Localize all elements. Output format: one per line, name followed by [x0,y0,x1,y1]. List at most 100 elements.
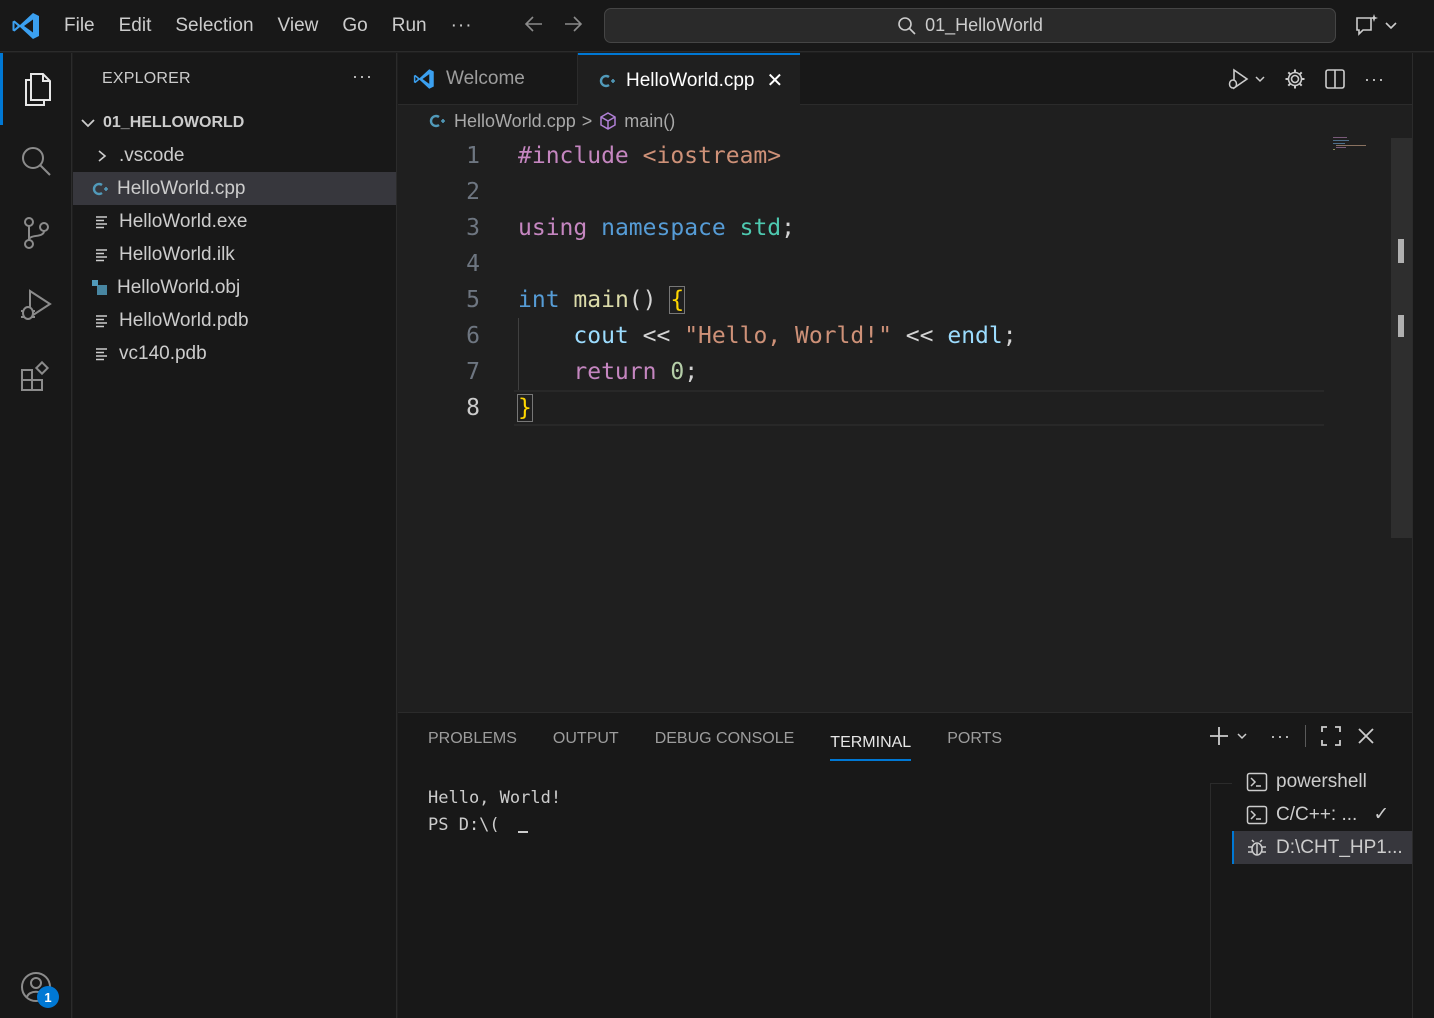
activity-bar: 1 [0,53,72,1018]
activity-run-debug[interactable] [0,269,72,341]
right-edge-strip [1412,53,1434,1018]
tree-item-label: HelloWorld.exe [119,210,248,232]
extensions-icon [21,360,50,391]
activity-extensions[interactable] [0,341,72,413]
divider [1304,725,1306,747]
breadcrumb-separator: > [581,110,593,131]
terminal-label: powershell [1276,770,1367,792]
menu-go[interactable]: Go [330,0,379,52]
tree-item-label: vc140.pdb [119,342,207,364]
maximize-icon[interactable] [1320,725,1342,747]
back-arrow-icon[interactable] [522,12,546,36]
title-bar: File Edit Selection View Go Run ··· 01_H… [0,0,1434,52]
forward-arrow-icon[interactable] [561,12,585,36]
close-tab-button[interactable]: ✕ [766,68,783,93]
text-file-icon [93,246,111,264]
terminal-list-gutter [1210,783,1232,1018]
cpp-file-icon [599,74,615,87]
tab-label: Welcome [446,68,525,89]
tab-output[interactable]: OUTPUT [553,713,619,765]
chevron-down-icon [81,119,95,128]
activity-search[interactable] [0,125,72,197]
code-token: ; [1002,323,1017,349]
tree-item-label: HelloWorld.cpp [117,177,246,199]
code-token: #include [518,143,629,169]
gear-icon[interactable] [1284,68,1306,90]
text-file-icon [93,345,111,363]
panel-more-button[interactable]: ··· [1270,726,1291,747]
code-line: 4 [398,246,1398,282]
close-icon[interactable] [1356,726,1376,746]
tree-item-helloworld-ilk[interactable]: HelloWorld.ilk [73,238,396,271]
terminal-output[interactable]: Hello, World! PS D:\( [428,785,561,839]
folder-header[interactable]: 01_HELLOWORLD [73,108,396,138]
tree-item-label: .vscode [119,144,185,166]
code-line: 7 return 0; [398,354,1398,390]
tab-debug-console[interactable]: DEBUG CONSOLE [655,713,795,765]
activity-accounts[interactable]: 1 [0,951,72,1018]
explorer-more-button[interactable]: ··· [352,66,373,87]
tree-item-helloworld-cpp[interactable]: HelloWorld.cpp [73,172,396,205]
terminal-line: PS D:\( [428,815,500,835]
tree-item-helloworld-pdb[interactable]: HelloWorld.pdb [73,304,396,337]
tab-ports[interactable]: PORTS [947,713,1002,765]
symbol-method-icon [600,112,616,130]
line-number: 4 [466,251,480,277]
breadcrumb-symbol[interactable]: main() [624,111,675,132]
terminal-instance-debug[interactable]: D:\CHT_HP1... [1232,831,1412,864]
activity-source-control[interactable] [0,197,72,269]
menu-view[interactable]: View [266,0,331,52]
code-token: main [573,287,629,313]
run-debug-button[interactable] [1226,67,1266,91]
editor-more-button[interactable]: ··· [1364,69,1385,90]
menu-edit[interactable]: Edit [107,0,164,52]
terminal-prompt-line: PS D:\( [428,812,561,839]
chevron-down-icon [1385,22,1397,30]
terminal-cursor [517,817,528,833]
vscode-logo-icon[interactable] [10,10,42,42]
tree-item-helloworld-obj[interactable]: HelloWorld.obj [73,271,396,304]
editor-scrollbar[interactable] [1391,138,1412,538]
new-terminal-button[interactable] [1208,725,1248,747]
current-line-highlight [514,390,1324,426]
code-token: 0 [670,359,685,385]
tree-item-label: HelloWorld.obj [117,276,241,298]
tree-item-helloworld-exe[interactable]: HelloWorld.exe [73,205,396,238]
tab-problems[interactable]: PROBLEMS [428,713,517,765]
tab-terminal[interactable]: TERMINAL [830,717,912,761]
cpp-file-icon [91,180,109,198]
terminal-label: C/C++: ... [1276,803,1358,825]
bottom-panel: PROBLEMS OUTPUT DEBUG CONSOLE TERMINAL P… [398,712,1412,1018]
code-token: } [517,394,533,422]
text-file-icon [93,213,111,231]
terminal-instance-cpp[interactable]: C/C++: ... ✓ [1232,798,1412,831]
cpp-file-icon [429,114,445,128]
tab-helloworld-cpp[interactable]: HelloWorld.cpp ✕ [578,53,800,106]
terminal-icon [1246,772,1268,791]
terminal-instance-powershell[interactable]: powershell [1232,765,1412,798]
menu-run[interactable]: Run [380,0,439,52]
vscode-logo-icon [413,69,434,89]
breadcrumb-file[interactable]: HelloWorld.cpp [454,111,576,132]
minimap[interactable] [1333,137,1373,151]
code-token: <iostream> [642,143,782,169]
explorer-title: EXPLORER [102,70,191,87]
notification-badge: 1 [37,986,59,1008]
split-editor-icon[interactable] [1324,68,1346,90]
activity-explorer[interactable] [0,53,72,125]
scrollbar-marker [1398,315,1404,337]
chat-button[interactable] [1354,12,1398,38]
menu-more-button[interactable]: ··· [439,0,485,52]
editor-area: Welcome HelloWorld.cpp ✕ ··· HelloWorld.… [398,53,1412,711]
code-token: ; [781,215,795,241]
folder-name: 01_HELLOWORLD [103,114,245,131]
menu-file[interactable]: File [52,0,107,52]
command-center-search[interactable]: 01_HelloWorld [604,8,1336,43]
tab-welcome[interactable]: Welcome [398,53,578,105]
tree-item-label: HelloWorld.pdb [119,309,249,331]
code-line: 1 #include <iostream> [398,138,1398,174]
menu-selection[interactable]: Selection [163,0,265,52]
code-token: "Hello, World!" [684,323,892,349]
tree-item-vscode[interactable]: .vscode [73,139,396,172]
tree-item-vc140-pdb[interactable]: vc140.pdb [73,337,396,370]
